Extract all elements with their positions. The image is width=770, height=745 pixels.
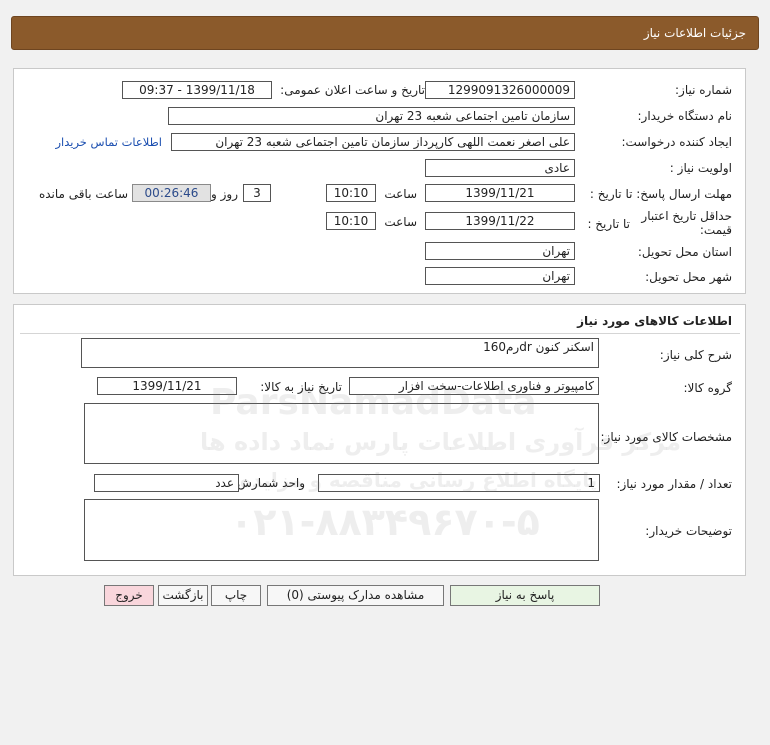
general-desc-field: اسکنر کنون drرم160 (81, 338, 599, 368)
unit-label: واحد شمارش: (233, 476, 305, 490)
validity-time-label: ساعت (384, 215, 417, 229)
goods-info-section-title: اطلاعات کالاهای مورد نیاز (577, 314, 732, 328)
goods-specs-label: مشخصات کالای مورد نیاز: (600, 430, 732, 444)
buyer-notes-field (84, 499, 599, 561)
days-remaining-field: 3 (243, 184, 271, 202)
goods-specs-field (84, 403, 599, 464)
validity-until-date-label: تا تاریخ : (587, 217, 630, 231)
requester-label: ایجاد کننده درخواست: (621, 135, 732, 149)
need-details-panel (13, 68, 746, 294)
countdown-timer: 00:26:46 (132, 184, 211, 202)
reply-deadline-label: مهلت ارسال پاسخ: تا تاریخ : (589, 187, 732, 201)
goods-group-label: گروه کالا: (683, 381, 733, 395)
need-number-label: شماره نیاز: (675, 83, 732, 97)
quantity-label: تعداد / مقدار مورد نیاز: (616, 477, 732, 491)
quantity-field: 1 (318, 474, 600, 492)
need-number-field: 1299091326000009 (425, 81, 575, 99)
priority-label: اولویت نیاز : (669, 161, 732, 175)
buyer-org-field: سازمان تامین اجتماعی شعبه 23 تهران (168, 107, 575, 125)
back-button[interactable]: بازگشت (158, 585, 208, 606)
price-validity-label: حداقل تاریخ اعتبار قیمت: (641, 209, 732, 237)
page-header: جزئیات اطلاعات نیاز (11, 16, 759, 50)
validity-time-field: 10:10 (326, 212, 376, 230)
goods-info-divider (20, 333, 740, 334)
reply-time-label: ساعت (384, 187, 417, 201)
page-title: جزئیات اطلاعات نیاز (643, 26, 746, 40)
time-remaining-label: ساعت باقی مانده (38, 187, 128, 201)
unit-field: عدد (94, 474, 239, 492)
need-date-label: تاریخ نیاز به کالا: (260, 380, 342, 394)
buyer-notes-label: توضیحات خریدار: (645, 524, 732, 538)
priority-field: عادی (425, 159, 575, 177)
need-date-field: 1399/11/21 (97, 377, 237, 395)
days-and-label: روز و (211, 187, 238, 201)
reply-button[interactable]: پاسخ به نیاز (450, 585, 600, 606)
general-desc-label: شرح کلی نیاز: (659, 348, 732, 362)
requester-field: علی اصغر نعمت اللهی کارپرداز سازمان تامی… (171, 133, 575, 151)
exit-button[interactable]: خروج (104, 585, 154, 606)
announce-datetime-label: تاریخ و ساعت اعلان عمومی: (280, 83, 425, 97)
view-attachments-button[interactable]: مشاهده مدارک پیوستی (0) (267, 585, 444, 606)
buyer-org-label: نام دستگاه خریدار: (637, 109, 733, 123)
reply-time-field: 10:10 (326, 184, 376, 202)
validity-date-field: 1399/11/22 (425, 212, 575, 230)
delivery-province-label: استان محل تحویل: (637, 245, 732, 259)
buyer-contact-link[interactable]: اطلاعات تماس خریدار (55, 135, 162, 149)
announce-datetime-field: 1399/11/18 - 09:37 (122, 81, 272, 99)
reply-date-field: 1399/11/21 (425, 184, 575, 202)
delivery-city-label: شهر محل تحویل: (645, 270, 732, 284)
delivery-province-field: تهران (425, 242, 575, 260)
goods-group-field: کامپیوتر و فناوری اطلاعات-سخت افزار (349, 377, 599, 395)
delivery-city-field: تهران (425, 267, 575, 285)
print-button[interactable]: چاپ (211, 585, 261, 606)
